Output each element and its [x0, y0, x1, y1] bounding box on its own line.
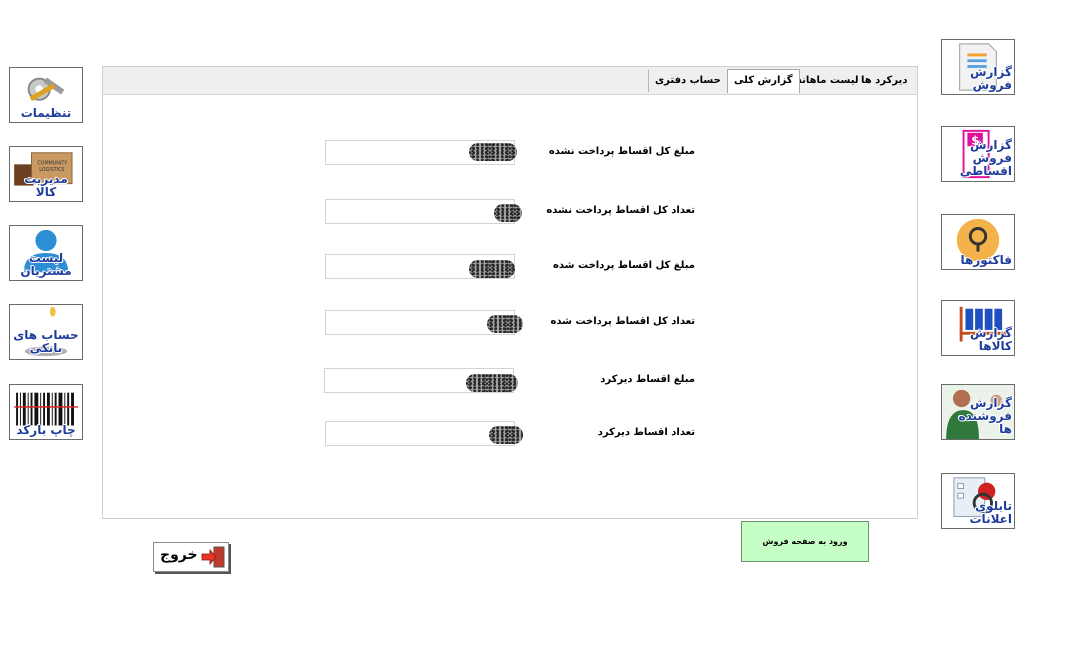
invoices-tile[interactable]: فاکتورها	[941, 214, 1015, 270]
redacted-value	[489, 426, 523, 444]
invoices-label: فاکتورها	[960, 253, 1013, 267]
sellers-report-label: گزارش فروشنده ها	[958, 396, 1013, 436]
report-panel: دیرکرد ها لیست ماهانه گزارش کلی حساب دفت…	[102, 66, 918, 519]
unpaid-amount-label: مبلغ کل اقساط پرداخت نشده	[548, 146, 695, 157]
overdue-count-field[interactable]	[325, 421, 515, 446]
exit-button[interactable]: خروج	[153, 542, 229, 572]
unpaid-count-label: تعداد کل اقساط پرداخت نشده	[546, 205, 695, 216]
product-management-label: مدیریت کالا	[24, 172, 68, 199]
overdue-amount-label: مبلغ اقساط دیرکرد	[600, 374, 695, 385]
products-report-label: گزارش کالاها	[969, 326, 1012, 353]
tab-monthly-list[interactable]: لیست ماهانه	[789, 70, 865, 92]
sales-report-tile[interactable]: گزارش فروش	[941, 39, 1015, 95]
bank-accounts-label: حساب های بانکی	[13, 328, 79, 355]
redacted-value	[466, 374, 518, 392]
exit-door-icon	[201, 546, 225, 568]
sales-report-label: گزارش فروش	[969, 65, 1012, 92]
product-management-tile[interactable]: COMMUNITY LOGISTICS مدیریت کالا	[9, 146, 83, 202]
installment-sales-report-label: گزارش فروش اقساطی	[959, 138, 1012, 178]
paid-count-label: تعداد کل اقساط پرداخت شده	[550, 316, 695, 327]
sellers-report-tile[interactable]: گزارش فروشنده ها	[941, 384, 1015, 440]
overdue-count-label: تعداد اقساط دیرکرد	[597, 427, 695, 438]
redacted-value	[469, 260, 515, 278]
installment-sales-report-tile[interactable]: $ گزارش فروش اقساطی	[941, 126, 1015, 182]
notice-board-tile[interactable]: تابلوی اعلانات	[941, 473, 1015, 529]
settings-label: تنظیمات	[20, 106, 72, 120]
tab-general-report[interactable]: گزارش کلی	[727, 69, 800, 93]
unpaid-count-field[interactable]	[325, 199, 515, 224]
redacted-value	[487, 315, 523, 333]
customer-list-label: لیست مشتریان	[20, 251, 72, 278]
settings-tile[interactable]: تنظیمات	[9, 67, 83, 123]
print-barcode-tile[interactable]: چاپ بارکد	[9, 384, 83, 440]
tab-strip: دیرکرد ها لیست ماهانه گزارش کلی حساب دفت…	[103, 67, 917, 95]
customer-list-tile[interactable]: لیست مشتریان	[9, 225, 83, 281]
redacted-value	[469, 143, 517, 161]
paid-amount-label: مبلغ کل اقساط پرداخت شده	[553, 260, 695, 271]
notice-board-label: تابلوی اعلانات	[969, 499, 1013, 526]
enter-sales-page-button[interactable]: ورود به صفحه فروش	[741, 521, 869, 562]
redacted-value	[494, 204, 522, 222]
print-barcode-label: چاپ بارکد	[16, 423, 76, 437]
exit-label: خروج	[160, 547, 198, 563]
bank-accounts-tile[interactable]: حساب های بانکی	[9, 304, 83, 360]
products-report-tile[interactable]: گزارش کالاها	[941, 300, 1015, 356]
tab-ledger-account[interactable]: حساب دفتری	[648, 70, 727, 92]
svg-text:COMMUNITY: COMMUNITY	[37, 160, 67, 166]
enter-sales-page-label: ورود به صفحه فروش	[762, 537, 848, 546]
